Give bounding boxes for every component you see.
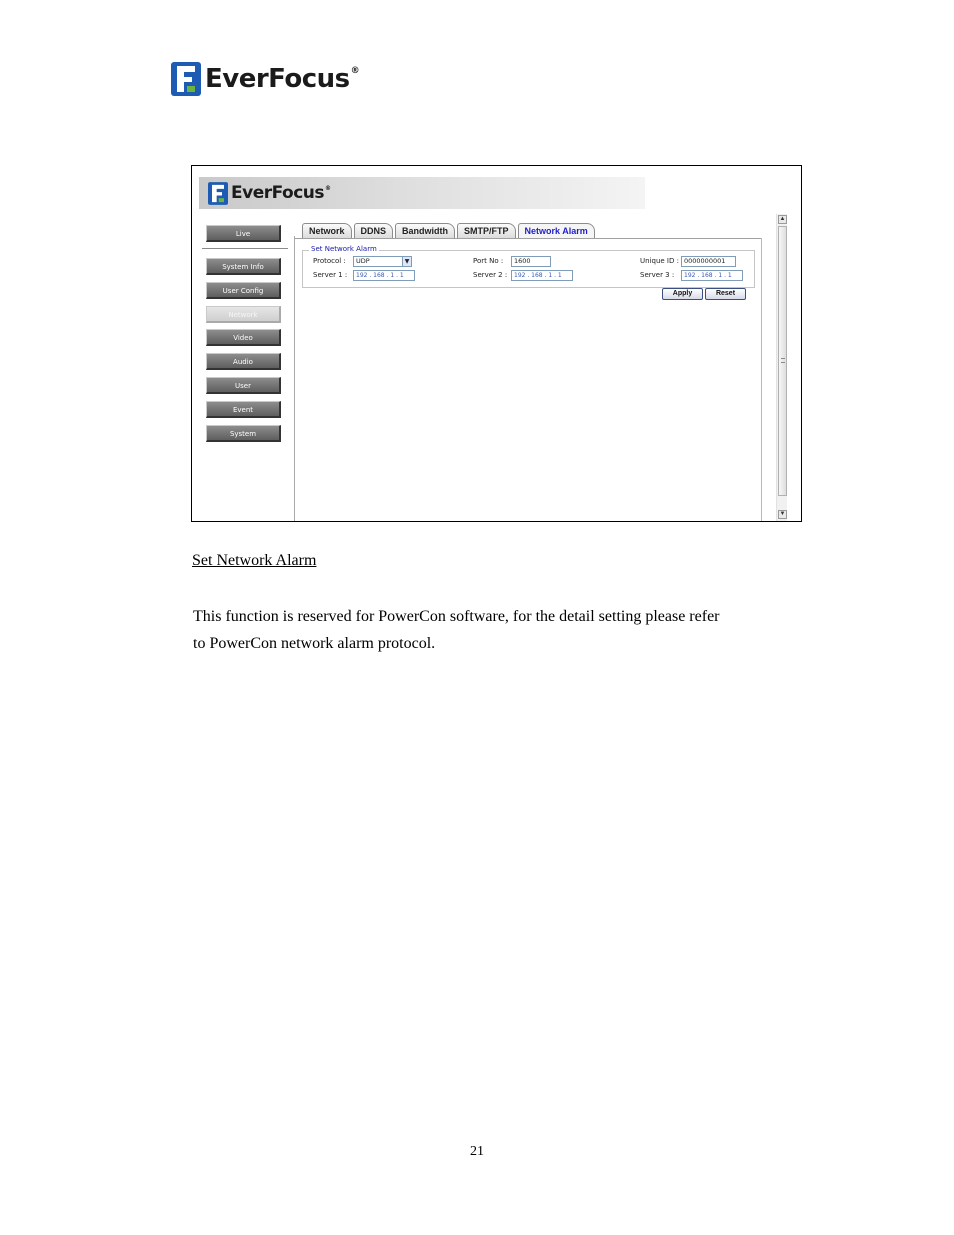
server1-label: Server 1 :	[313, 271, 348, 279]
server2-label: Server 2 :	[473, 271, 508, 279]
apply-button[interactable]: Apply	[662, 288, 703, 300]
nav-system-info-button[interactable]: System Info	[206, 258, 281, 275]
content-border	[761, 238, 762, 521]
tab-network-alarm[interactable]: Network Alarm	[517, 223, 595, 238]
paragraph-line-1: This function is reserved for PowerCon s…	[193, 608, 720, 625]
nav-user-button[interactable]: User	[206, 377, 281, 394]
port-label: Port No :	[473, 257, 504, 265]
header-logo-text: EverFocus	[231, 182, 325, 203]
unique-id-input[interactable]: 0000000001	[681, 256, 736, 267]
nav-system-button[interactable]: System	[206, 425, 281, 442]
nav-live-button[interactable]: Live	[206, 225, 281, 242]
network-alarm-fieldset: Set Network Alarm Protocol : UDP ▼ Port …	[302, 245, 755, 288]
unique-id-label: Unique ID :	[640, 257, 679, 265]
nav-divider	[202, 248, 288, 249]
nav-separator	[294, 236, 295, 521]
section-heading: Set Network Alarm	[192, 552, 317, 569]
chevron-down-icon[interactable]: ▼	[402, 257, 411, 266]
grip-icon	[781, 358, 785, 363]
server3-label: Server 3 :	[640, 271, 675, 279]
settings-screenshot: EverFocus® Live System Info User Config …	[191, 165, 802, 522]
everfocus-logo-icon	[208, 181, 228, 205]
tab-baseline	[295, 238, 762, 239]
nav-user-config-button[interactable]: User Config	[206, 282, 281, 299]
server3-ip-input[interactable]: 192 . 168 . 1 . 1	[681, 270, 743, 281]
reset-button[interactable]: Reset	[705, 288, 746, 300]
paragraph-line-2: to PowerCon network alarm protocol.	[193, 635, 436, 652]
logo-text: EverFocus	[205, 64, 350, 94]
scrollbar-thumb[interactable]	[778, 226, 787, 496]
screenshot-header: EverFocus®	[199, 177, 645, 209]
port-input[interactable]: 1600	[511, 256, 551, 267]
fieldset-legend: Set Network Alarm	[309, 245, 379, 253]
server2-ip-input[interactable]: 192 . 168 . 1 . 1	[511, 270, 573, 281]
logo-registered: ®	[350, 66, 360, 76]
vertical-scrollbar[interactable]: ▲ ▼	[776, 214, 787, 521]
server1-ip-input[interactable]: 192 . 168 . 1 . 1	[353, 270, 415, 281]
protocol-value: UDP	[356, 257, 370, 265]
everfocus-logo-icon	[171, 62, 201, 96]
side-nav: Live System Info User Config Network Vid…	[192, 216, 295, 521]
tab-network[interactable]: Network	[302, 223, 352, 238]
scroll-up-icon[interactable]: ▲	[778, 215, 787, 224]
tab-smtp-ftp[interactable]: SMTP/FTP	[457, 223, 516, 238]
header-logo-registered: ®	[325, 184, 331, 192]
nav-event-button[interactable]: Event	[206, 401, 281, 418]
page-number: 21	[470, 1144, 484, 1159]
tab-ddns[interactable]: DDNS	[353, 223, 394, 238]
protocol-label: Protocol :	[313, 257, 346, 265]
description-paragraph: This function is reserved for PowerCon s…	[193, 603, 793, 657]
everfocus-logo: EverFocus®	[171, 61, 360, 97]
nav-video-button[interactable]: Video	[206, 329, 281, 346]
settings-tabs: Network DDNS Bandwidth SMTP/FTP Network …	[302, 223, 597, 239]
nav-audio-button[interactable]: Audio	[206, 353, 281, 370]
nav-network-button[interactable]: Network	[206, 306, 281, 323]
tab-bandwidth[interactable]: Bandwidth	[395, 223, 456, 238]
scroll-down-icon[interactable]: ▼	[778, 510, 787, 519]
protocol-select[interactable]: UDP ▼	[353, 256, 412, 267]
